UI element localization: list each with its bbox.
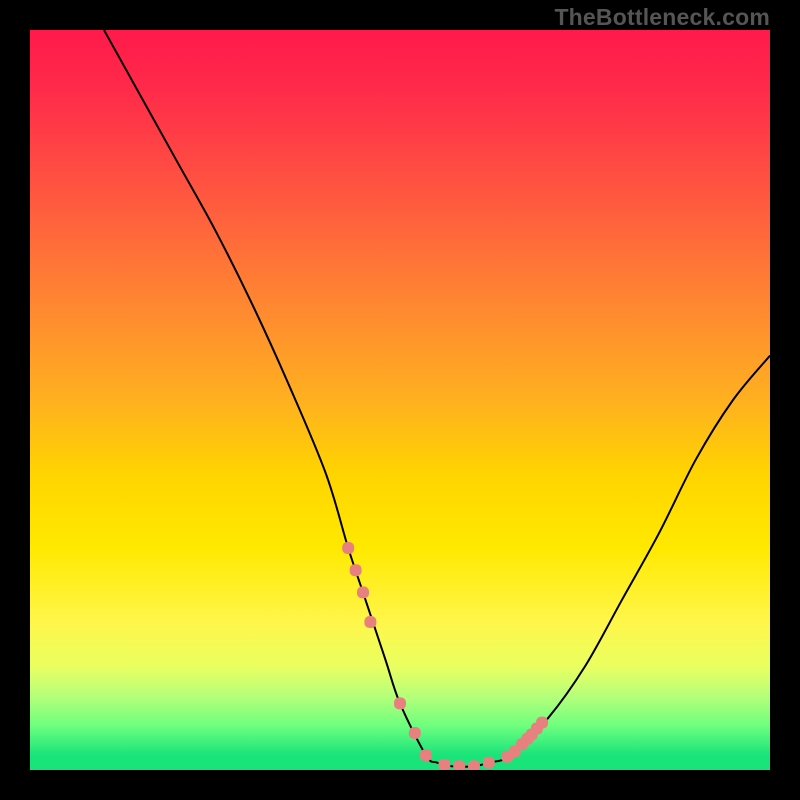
- marker-dot: [453, 760, 465, 770]
- marker-dot: [409, 727, 421, 739]
- marker-dot: [468, 760, 480, 770]
- chart-frame: TheBottleneck.com: [0, 0, 800, 800]
- watermark-text: TheBottleneck.com: [554, 4, 770, 31]
- marker-dot: [536, 717, 548, 729]
- marker-dot: [438, 759, 450, 770]
- curve-layer: [30, 30, 770, 770]
- highlight-markers: [342, 542, 548, 770]
- marker-dot: [483, 757, 495, 769]
- marker-dot: [357, 586, 369, 598]
- plot-border-right: [770, 0, 800, 800]
- marker-dot: [394, 697, 406, 709]
- bottleneck-curve: [104, 30, 770, 767]
- plot-border-bottom: [0, 770, 800, 800]
- plot-border-left: [0, 0, 30, 800]
- marker-dot: [420, 749, 432, 761]
- marker-dot: [350, 564, 362, 576]
- marker-dot: [364, 616, 376, 628]
- marker-dot: [342, 542, 354, 554]
